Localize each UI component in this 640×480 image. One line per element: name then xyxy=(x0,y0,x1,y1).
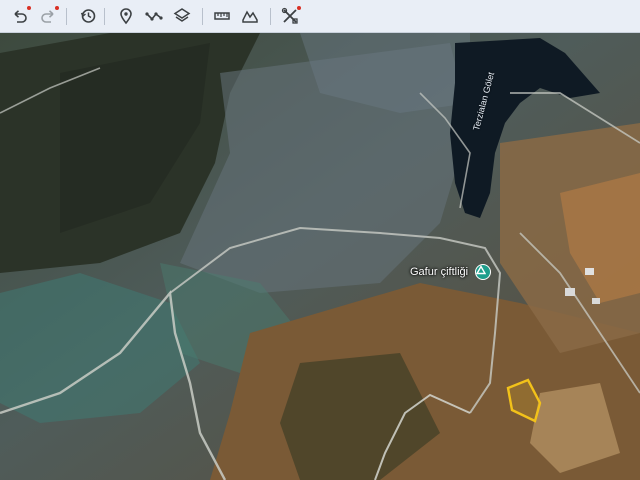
add-path-button[interactable] xyxy=(142,4,166,28)
redo-button[interactable] xyxy=(36,4,60,28)
toolbar-separator xyxy=(202,8,203,25)
toolbar-separator xyxy=(104,8,105,25)
terrain-button[interactable] xyxy=(238,4,262,28)
add-placemark-button[interactable] xyxy=(114,4,138,28)
history-icon xyxy=(80,9,96,23)
toolbar-separator xyxy=(270,8,271,25)
layers-button[interactable] xyxy=(170,4,194,28)
satellite-imagery xyxy=(0,33,640,480)
measure-button[interactable] xyxy=(210,4,234,28)
tools-button[interactable] xyxy=(278,4,302,28)
terrain-icon xyxy=(242,10,258,23)
ruler-icon xyxy=(214,12,230,20)
undo-icon xyxy=(14,10,27,23)
path-icon xyxy=(145,12,163,21)
undo-button[interactable] xyxy=(8,4,32,28)
layers-icon xyxy=(173,8,191,22)
tools-icon xyxy=(281,7,298,24)
building xyxy=(565,288,575,296)
redo-notification-dot xyxy=(55,6,59,10)
redo-icon xyxy=(41,10,54,23)
place-label[interactable]: Gafur çiftliği xyxy=(410,266,468,278)
place-marker[interactable] xyxy=(475,264,491,280)
mountain-icon xyxy=(476,265,486,275)
toolbar-separator xyxy=(66,8,67,25)
building xyxy=(585,268,594,275)
map-toolbar xyxy=(0,0,640,33)
placemark-icon xyxy=(120,8,132,25)
tools-notification-dot xyxy=(297,6,301,10)
satellite-map[interactable]: Terzialan Gölet Gafur çiftliği xyxy=(0,33,640,480)
building xyxy=(592,298,600,304)
undo-notification-dot xyxy=(27,6,31,10)
history-button[interactable] xyxy=(76,4,100,28)
